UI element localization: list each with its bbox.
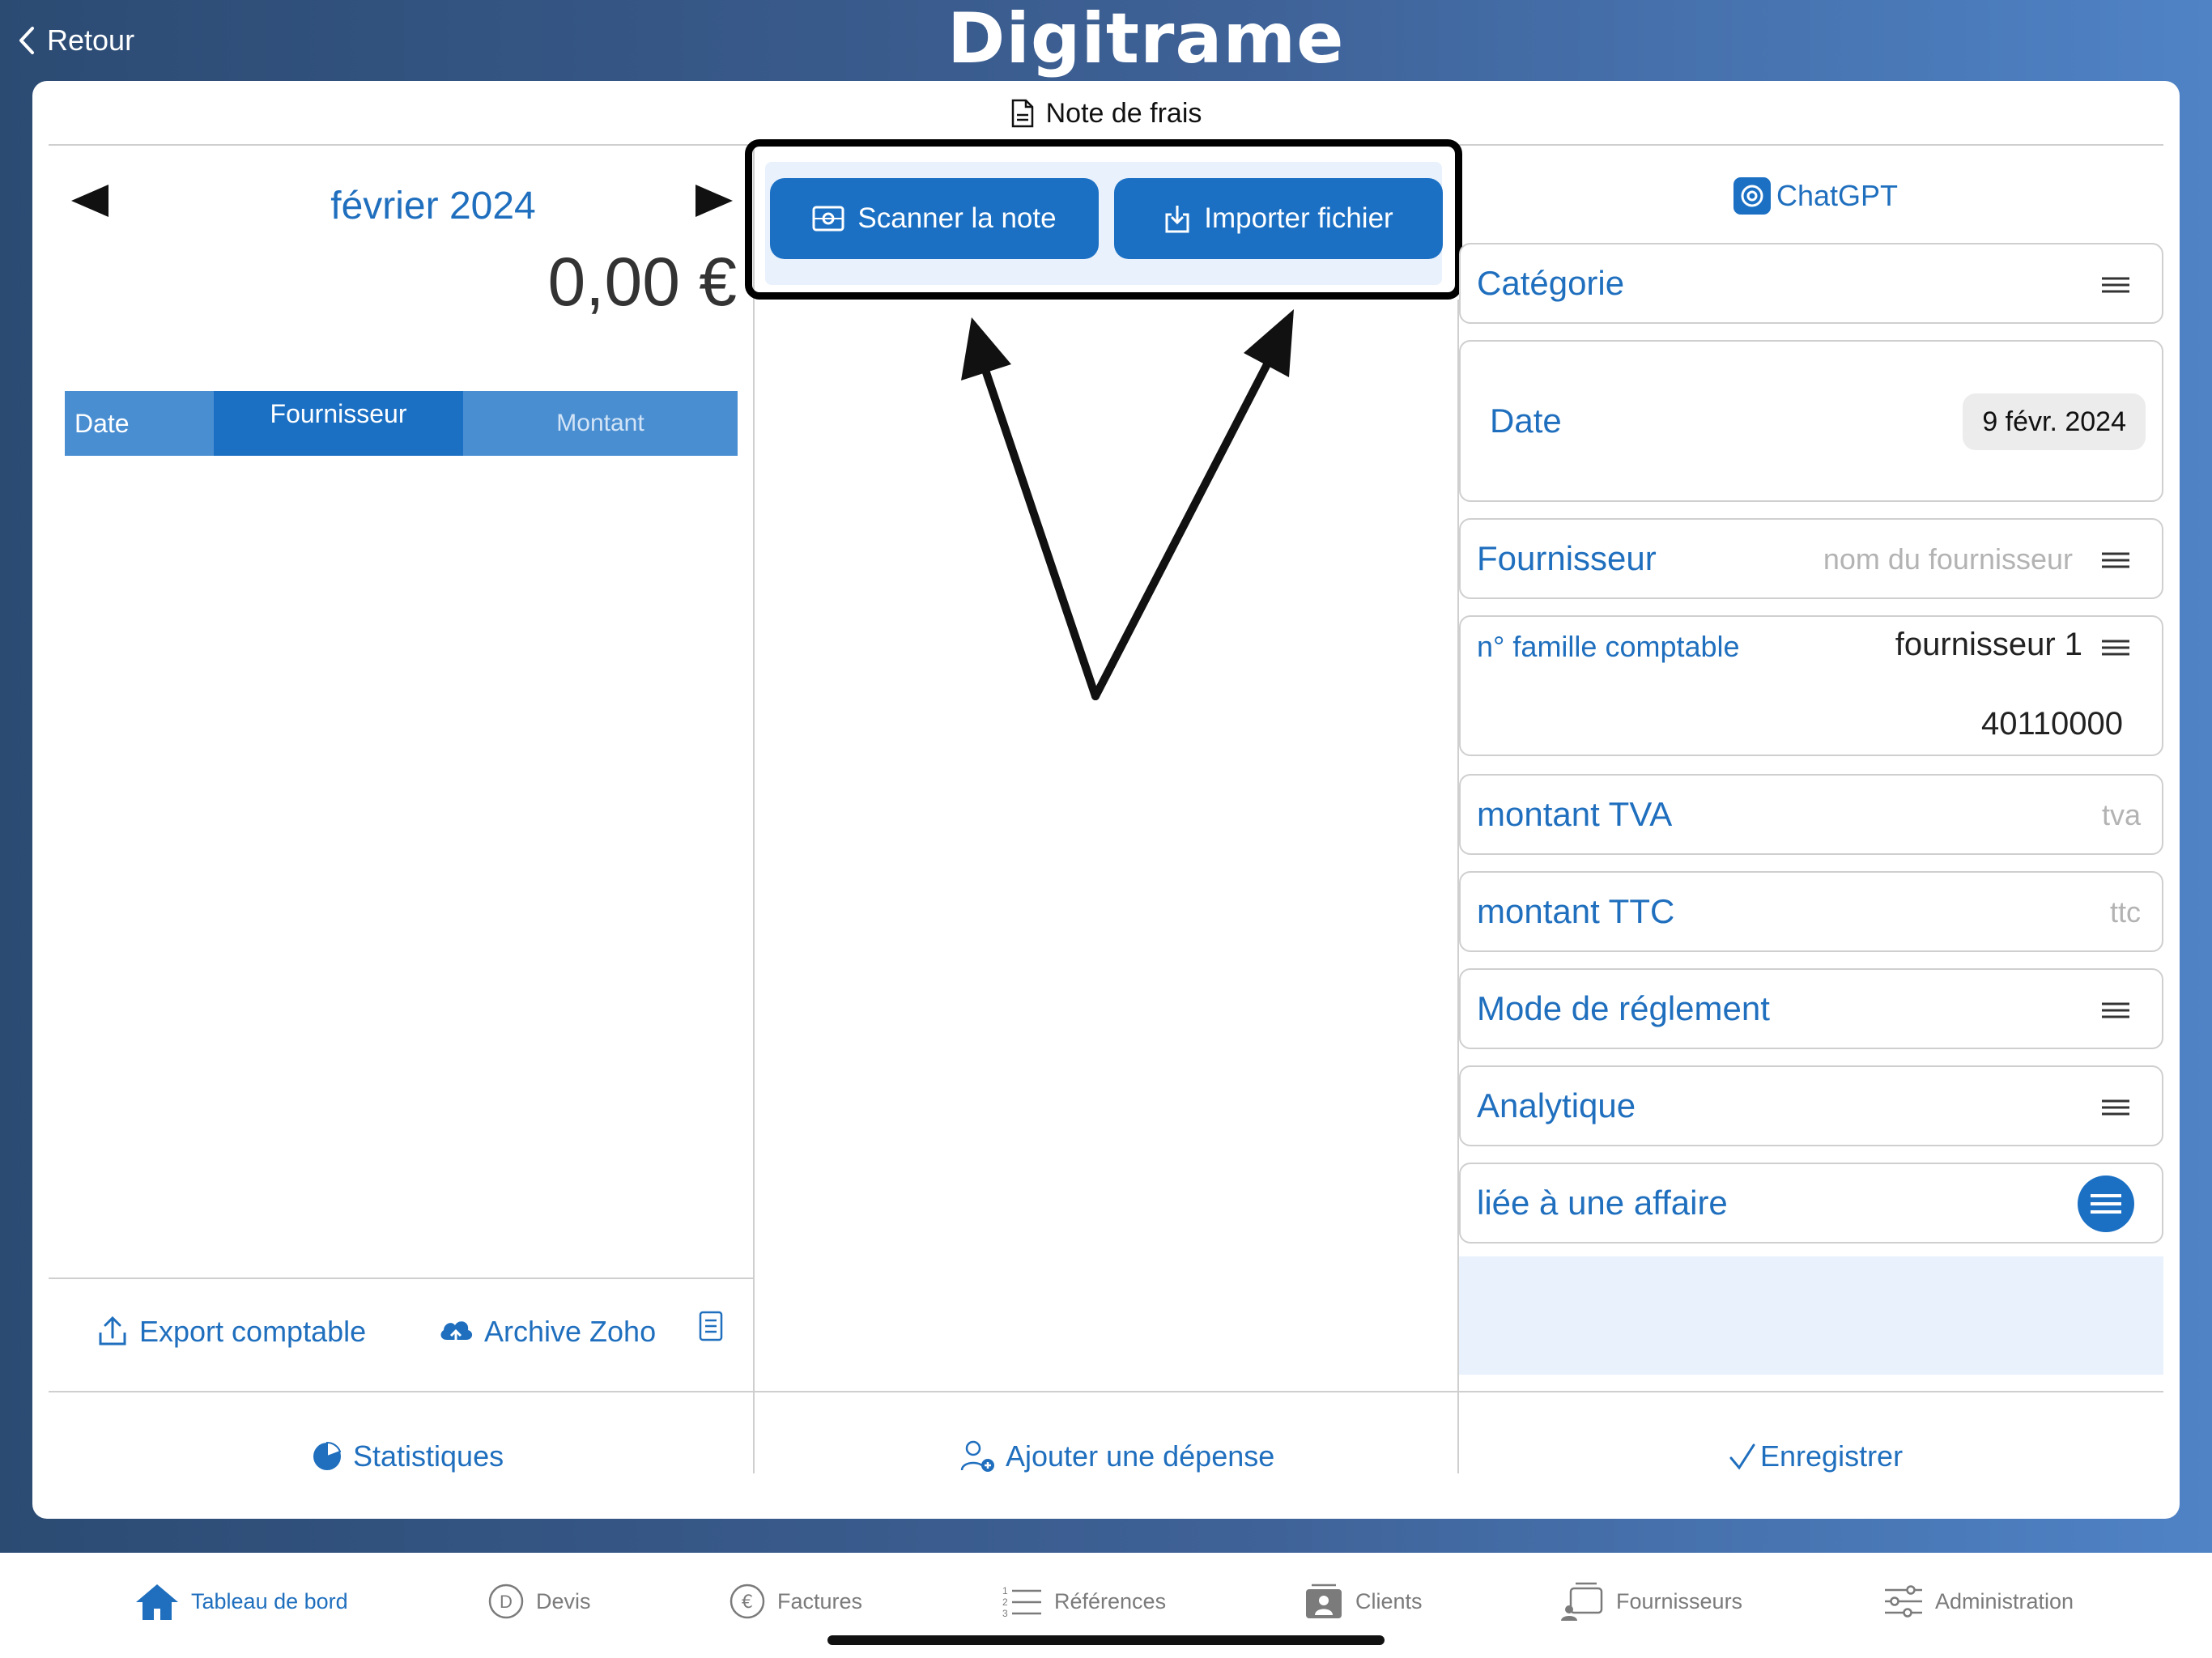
list-icon: 123 [1002, 1585, 1041, 1618]
tva-label: montant TVA [1477, 795, 1673, 833]
tab-label: Tableau de bord [191, 1588, 348, 1613]
save-button[interactable]: Enregistrer [1728, 1428, 1903, 1485]
home-icon [136, 1584, 178, 1620]
chatgpt-icon [1733, 177, 1771, 215]
reglement-label: Mode de réglement [1477, 989, 1770, 1027]
checkmark-icon [1729, 1443, 1755, 1470]
famille-code: 40110000 [1981, 706, 2123, 742]
famille-value: fournisseur 1 [1895, 627, 2082, 662]
fournisseur-placeholder: nom du fournisseur [1823, 542, 2073, 576]
add-expense-label: Ajouter une dépense [1006, 1439, 1275, 1473]
menu-icon[interactable] [2102, 638, 2129, 657]
expense-panel: Note de frais février 2024 0,00 € Date F… [32, 81, 2180, 1519]
tab-label: Administration [1935, 1588, 2074, 1613]
archive-zoho-button[interactable]: Archive Zoho [437, 1303, 656, 1360]
date-label: Date [1490, 402, 1562, 440]
montant-ttc-field[interactable]: montant TTC ttc [1459, 871, 2163, 952]
devis-icon: D [488, 1584, 524, 1619]
export-comptable-button[interactable]: Export comptable [96, 1303, 366, 1360]
panel-title-text: Note de frais [1045, 97, 1202, 129]
montant-tva-field[interactable]: montant TVA tva [1459, 774, 2163, 855]
add-user-icon [960, 1440, 994, 1472]
date-picker[interactable]: 9 févr. 2024 [1963, 393, 2146, 450]
app-logo: Digitrame [947, 0, 1345, 79]
left-footer-divider [49, 1278, 753, 1279]
menu-icon [2091, 1194, 2121, 1214]
svg-text:€: € [742, 1592, 753, 1613]
chatgpt-label: ChatGPT [1776, 179, 1899, 212]
affaire-label: liée à une affaire [1477, 1184, 1728, 1222]
actions-divider [49, 1391, 2163, 1392]
affaire-menu-button[interactable] [2078, 1175, 2134, 1232]
tab-label: Devis [536, 1588, 591, 1613]
menu-icon[interactable] [2102, 551, 2129, 570]
tab-label: Références [1054, 1588, 1167, 1613]
panel-title: Note de frais [32, 81, 2180, 146]
left-column-divider [753, 146, 755, 1473]
attachment-area [1459, 1256, 2163, 1375]
next-month-button[interactable] [692, 178, 738, 223]
categorie-label: Catégorie [1477, 264, 1625, 302]
mode-reglement-field[interactable]: Mode de réglement [1459, 968, 2163, 1049]
statistiques-label: Statistiques [353, 1439, 504, 1473]
back-button[interactable]: Retour [18, 18, 134, 63]
analytique-label: Analytique [1477, 1086, 1636, 1124]
statistiques-button[interactable]: Statistiques [311, 1428, 504, 1485]
date-field: Date 9 févr. 2024 [1459, 340, 2163, 502]
column-montant[interactable]: Montant [463, 391, 738, 456]
total-amount: 0,00 € [547, 244, 737, 320]
chevron-left-icon [19, 27, 34, 54]
fournisseur-label: Fournisseur [1477, 539, 1657, 577]
pie-chart-icon [313, 1441, 342, 1470]
menu-icon[interactable] [2102, 1001, 2129, 1020]
tab-administration[interactable]: Administration [1883, 1571, 2074, 1632]
svg-text:2: 2 [1002, 1596, 1008, 1608]
home-indicator[interactable] [827, 1635, 1385, 1645]
menu-icon[interactable] [2102, 1098, 2129, 1117]
categorie-field[interactable]: Catégorie [1459, 243, 2163, 324]
document-icon [1011, 99, 1033, 128]
export-label: Export comptable [139, 1315, 367, 1348]
tab-label: Clients [1355, 1588, 1423, 1613]
tab-devis[interactable]: D Devis [487, 1571, 591, 1632]
euro-icon: € [730, 1584, 765, 1619]
tab-tableau-de-bord[interactable]: Tableau de bord [134, 1571, 348, 1632]
export-icon [99, 1316, 126, 1346]
column-date[interactable]: Date [65, 391, 214, 456]
svg-text:3: 3 [1002, 1608, 1008, 1618]
menu-icon[interactable] [2102, 275, 2129, 295]
famille-comptable-field[interactable]: n° famille comptable fournisseur 1 40110… [1459, 615, 2163, 756]
save-label: Enregistrer [1760, 1439, 1904, 1473]
svg-text:D: D [500, 1592, 513, 1612]
clients-icon [1306, 1584, 1342, 1618]
tva-placeholder: tva [2101, 798, 2141, 831]
tab-factures[interactable]: € Factures [729, 1571, 862, 1632]
affaire-field[interactable]: liée à une affaire [1459, 1163, 2163, 1244]
report-icon[interactable] [698, 1310, 724, 1342]
tab-clients[interactable]: Clients [1304, 1571, 1423, 1632]
tab-label: Fournisseurs [1616, 1588, 1743, 1613]
month-label: février 2024 [330, 185, 536, 227]
sliders-icon [1885, 1585, 1922, 1618]
ttc-placeholder: ttc [2109, 895, 2141, 929]
suppliers-icon [1561, 1582, 1603, 1621]
archive-label: Archive Zoho [484, 1315, 657, 1348]
tab-fournisseurs[interactable]: Fournisseurs [1559, 1571, 1742, 1632]
analytique-field[interactable]: Analytique [1459, 1065, 2163, 1146]
ttc-label: montant TTC [1477, 892, 1675, 930]
fournisseur-field[interactable]: Fournisseur nom du fournisseur [1459, 518, 2163, 599]
back-label: Retour [47, 23, 135, 57]
svg-text:1: 1 [1002, 1585, 1008, 1596]
expenses-table-header: Date Fournisseur Montant [65, 391, 738, 456]
column-fournisseur[interactable]: Fournisseur [214, 391, 463, 456]
add-expense-button[interactable]: Ajouter une dépense [960, 1428, 1274, 1485]
famille-label: n° famille comptable [1477, 630, 1740, 663]
tab-references[interactable]: 123 Références [1002, 1571, 1166, 1632]
chatgpt-button[interactable]: ChatGPT [1733, 172, 1898, 220]
cloud-upload-icon [440, 1321, 473, 1346]
previous-month-button[interactable] [66, 178, 112, 223]
tab-label: Factures [777, 1588, 863, 1613]
highlight-box [745, 139, 1462, 300]
